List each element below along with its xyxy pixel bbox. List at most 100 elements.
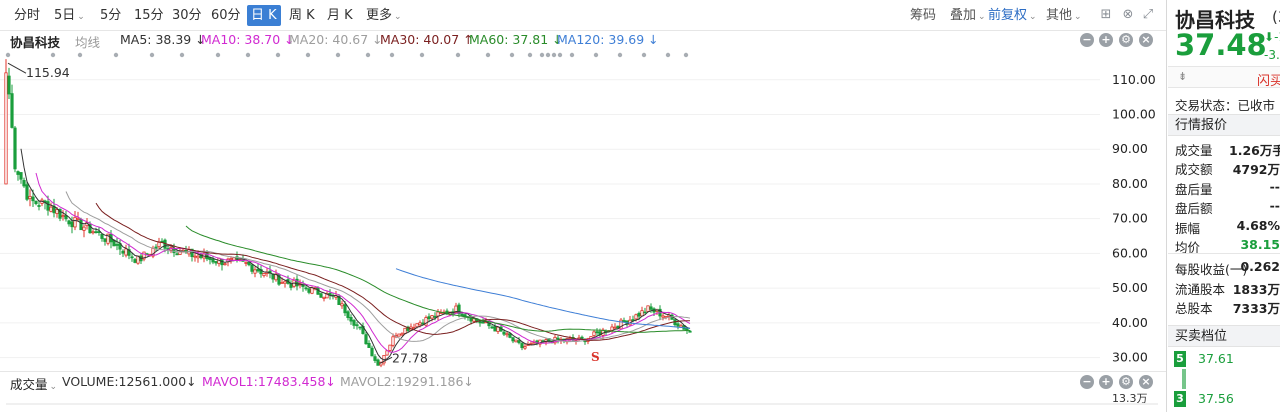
quote-row: 流通股本 1833万 [1175,279,1280,298]
candle-body [385,350,389,356]
candle-body [634,314,638,320]
event-dot [419,52,425,58]
period-daily-k[interactable]: 日 K [247,5,281,26]
candle-body [514,339,518,343]
candle-body [37,205,41,207]
event-dot [5,52,11,58]
plus-icon[interactable]: + [1099,33,1113,47]
candle-body [517,340,521,344]
period-15min[interactable]: 15分 [130,5,168,26]
quote-label: 成交量 [1175,143,1213,158]
collapse-icon[interactable]: ⇟ [1178,70,1187,83]
candle-body [94,231,98,234]
quote-value: 4792万 [1232,162,1280,178]
candle-body [211,258,215,263]
event-dot [539,52,545,58]
candlestick-chart[interactable]: 110.00 100.00 90.00 80.00 70.00 60.00 50.00 40.… [0,50,1166,371]
event-dot [365,52,371,58]
event-dot [305,52,311,58]
price-change: ⬇-1 [1264,30,1280,44]
candle-body [388,344,392,351]
candle-body [322,296,326,299]
more-periods-dropdown[interactable]: 更多 ⌄ [362,5,406,26]
candle-body [556,337,560,341]
trade-status: 交易状态：已收市 [1175,98,1276,113]
candle-body [373,356,377,361]
vol-minus-icon[interactable]: − [1080,375,1094,389]
candle-body [352,320,356,326]
quote-label: 流通股本 [1175,281,1226,297]
grid-icon[interactable]: ⊞ [1099,8,1113,22]
candle-body [463,314,467,317]
vol-close-icon[interactable]: × [1139,375,1153,389]
candle-body [529,343,533,345]
flash-buy-button[interactable]: 闪买 [1257,70,1280,89]
stock-chart-app: 分时 5日 ⌄ 5分 15分 30分 60分 日 K 周 K 月 K 更多 ⌄ 筹码… [0,0,1280,412]
vol-gear-icon[interactable]: ⚙ [1119,375,1133,389]
chips-button[interactable]: 筹码 [906,5,940,26]
candle-body [232,257,236,261]
candle-body [253,269,257,274]
vol-plus-icon[interactable]: + [1099,375,1113,389]
event-dot [485,52,491,58]
candle-body [196,255,200,259]
period-weekly-k[interactable]: 周 K [285,5,319,26]
percent-change: -3.5 [1264,48,1280,62]
candle-body [433,315,437,318]
moving-average-lines [20,148,691,361]
candle-body [520,343,524,349]
order-level-row[interactable]: 5 37.61 [1168,349,1280,369]
period-toolbar: 分时 5日 ⌄ 5分 15分 30分 60分 日 K 周 K 月 K 更多 ⌄ 筹码… [0,0,1166,31]
ma-line [65,191,691,343]
candle-body [154,246,158,249]
quote-separator [1168,253,1280,254]
period-5min[interactable]: 5分 [96,5,125,26]
candle-body [271,273,275,280]
expand-icon[interactable]: ⤢ [1141,8,1155,22]
period-monthly-k[interactable]: 月 K [323,5,357,26]
event-dot [149,52,155,58]
candle-body [508,333,512,338]
quote-row: 盘后额 -- [1175,198,1280,217]
candle-body [262,273,266,277]
quote-value: 1833万 [1232,281,1280,297]
event-dot [551,52,557,58]
order-level-row[interactable]: 3 37.56 [1168,389,1280,409]
quote-value: 38.15 [1240,237,1280,252]
ma-settings-link[interactable]: 均线 [75,32,100,51]
candle-body [415,323,419,328]
period-30min[interactable]: 30分 [168,5,206,26]
quote-label: 盘后量 [1175,181,1213,197]
period-60min[interactable]: 60分 [207,5,245,26]
horizontal-scrollbar[interactable] [6,403,1158,405]
event-dot [77,52,83,58]
candle-body [493,326,497,332]
candle-body [193,255,197,258]
candle-body [505,333,509,336]
quote-value: 4.68% [1236,217,1280,233]
level-price: 37.61 [1198,351,1234,366]
event-dot [569,52,575,58]
close-panel-icon[interactable]: × [1139,33,1153,47]
quote-row: 成交量 1.26万手 [1175,140,1280,159]
candle-body [460,313,464,317]
gear-icon[interactable]: ⚙ [1119,33,1133,47]
other-dropdown[interactable]: 其他 ⌄ [1042,5,1086,26]
candle-body [370,347,374,357]
event-dot [617,52,623,58]
period-5day[interactable]: 5日 ⌄ [50,5,89,26]
price-tick-label: 40.00 [1112,315,1148,330]
quote-value: 0.262 [1240,259,1280,275]
period-intraday[interactable]: 分时 [10,5,44,26]
forward-adjust-dropdown[interactable]: 前复权 ⌄ [984,5,1041,26]
event-dot [335,52,341,58]
candle-body [430,315,434,319]
minus-icon[interactable]: − [1080,33,1094,47]
close-icon[interactable]: ⊗ [1121,8,1135,22]
panel-divider [1166,0,1167,412]
candle-body [46,201,50,211]
candle-body [280,282,284,284]
candle-body [256,268,260,272]
volume-title[interactable]: 成交量 ⌄ [10,374,57,393]
candle-body [16,171,20,175]
